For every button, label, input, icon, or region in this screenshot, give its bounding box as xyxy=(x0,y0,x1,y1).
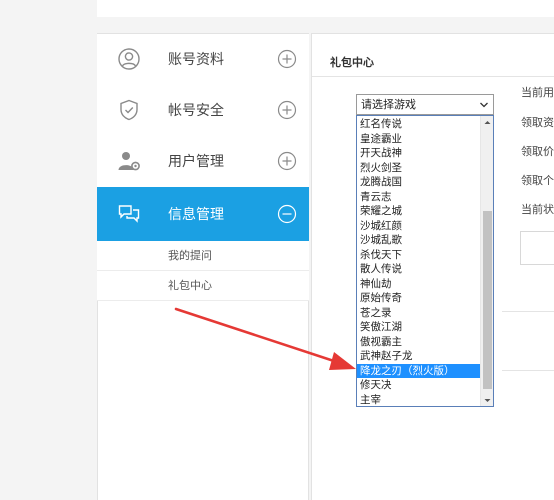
sidebar-item-label: 用户管理 xyxy=(168,154,224,170)
dropdown-option[interactable]: 龙腾战国 xyxy=(357,175,480,190)
top-bar xyxy=(97,0,554,17)
field-label-eligibility: 领取资格 xyxy=(521,116,554,129)
dropdown-option[interactable]: 烈火剑圣 xyxy=(357,161,480,176)
field-label-price: 领取价格 xyxy=(521,145,554,158)
page-title: 礼包中心 xyxy=(330,56,374,69)
divider xyxy=(502,370,554,371)
plus-circle-icon[interactable] xyxy=(277,49,297,69)
user-circle-icon xyxy=(118,48,140,70)
scrollbar-thumb[interactable] xyxy=(483,211,492,389)
game-select[interactable]: 请选择游戏 xyxy=(356,94,494,115)
divider xyxy=(502,311,554,312)
submenu-item-label: 我的提问 xyxy=(168,249,212,262)
chevron-down-icon xyxy=(480,102,488,108)
user-gear-icon xyxy=(118,152,140,171)
scroll-down-arrow-icon[interactable] xyxy=(483,396,492,405)
dropdown-option[interactable]: 散人传说 xyxy=(357,262,480,277)
sidebar-item-label: 帐号安全 xyxy=(168,103,224,119)
field-label-status: 当前状态 xyxy=(521,203,554,216)
dropdown-option[interactable]: 青云志 xyxy=(357,190,480,205)
sidebar-item-user-management[interactable]: 用户管理 xyxy=(97,136,309,188)
dropdown-option[interactable]: 苍之录 xyxy=(357,306,480,321)
sidebar: 账号资料 帐号安全 用户管理 信息管理 我的提问 礼包中心 xyxy=(97,33,309,500)
sidebar-item-info-management[interactable]: 信息管理 xyxy=(97,187,309,241)
sidebar-item-label: 信息管理 xyxy=(168,207,224,223)
dropdown-option-selected[interactable]: 降龙之刃（烈火版） xyxy=(357,363,480,378)
dropdown-option[interactable]: 主宰 xyxy=(357,393,480,407)
minus-circle-icon[interactable] xyxy=(277,204,297,224)
dropdown-option[interactable]: 原始传奇 xyxy=(357,291,480,306)
divider xyxy=(312,76,554,77)
dropdown-option[interactable]: 红名传说 xyxy=(357,117,480,132)
field-label-current-user: 当前用户 xyxy=(521,86,554,99)
game-dropdown-list[interactable]: 红名传说 皇途霸业 开天战神 烈火剑圣 龙腾战国 青云志 荣耀之城 沙城红颜 沙… xyxy=(356,115,494,407)
sidebar-item-label: 账号资料 xyxy=(168,52,224,68)
submenu-item-my-questions[interactable]: 我的提问 xyxy=(97,241,309,271)
shield-check-icon xyxy=(120,99,138,121)
dropdown-option[interactable]: 神仙劫 xyxy=(357,277,480,292)
submenu-item-label: 礼包中心 xyxy=(168,279,212,292)
dropdown-option[interactable]: 笑傲江湖 xyxy=(357,320,480,335)
game-select-value: 请选择游戏 xyxy=(361,98,416,111)
dropdown-option[interactable]: 武神赵子龙 xyxy=(357,349,480,364)
dropdown-option[interactable]: 沙城乱歌 xyxy=(357,233,480,248)
dropdown-option[interactable]: 傲视霸主 xyxy=(357,335,480,350)
dropdown-option[interactable]: 荣耀之城 xyxy=(357,204,480,219)
sidebar-item-account-security[interactable]: 帐号安全 xyxy=(97,85,309,137)
dropdown-option[interactable]: 修天决 xyxy=(357,378,480,393)
chat-bubbles-icon xyxy=(118,205,140,223)
plus-circle-icon[interactable] xyxy=(277,151,297,171)
submenu-item-gift-center[interactable]: 礼包中心 xyxy=(97,271,309,301)
dropdown-option[interactable]: 皇途霸业 xyxy=(357,132,480,147)
dropdown-scrollbar[interactable] xyxy=(480,116,493,406)
dropdown-option[interactable]: 杀伐天下 xyxy=(357,248,480,263)
sidebar-item-account-profile[interactable]: 账号资料 xyxy=(97,34,309,86)
dropdown-option[interactable]: 开天战神 xyxy=(357,146,480,161)
dropdown-option[interactable]: 沙城红颜 xyxy=(357,219,480,234)
plus-circle-icon[interactable] xyxy=(277,100,297,120)
field-label-count: 领取个数 xyxy=(521,174,554,187)
scroll-up-arrow-icon[interactable] xyxy=(483,118,492,127)
text-area-box[interactable] xyxy=(520,231,554,265)
